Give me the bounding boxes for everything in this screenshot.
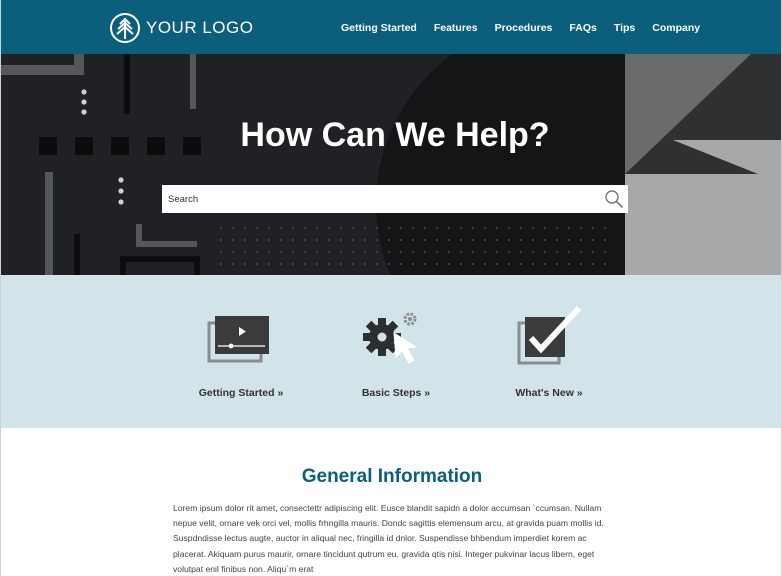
nav-getting-started[interactable]: Getting Started bbox=[341, 22, 417, 34]
hero-background-graphic bbox=[1, 54, 781, 275]
nav-features[interactable]: Features bbox=[434, 22, 478, 34]
hero-title: How Can We Help? bbox=[240, 116, 550, 154]
section-body-text: Lorem ipsum dolor rit amet, consectettr … bbox=[173, 503, 604, 574]
whats-new-label: What's New » bbox=[515, 387, 583, 399]
search-box bbox=[162, 185, 628, 213]
search-icon[interactable] bbox=[604, 189, 624, 209]
quick-links-section: Getting Started » Basic Steps » What's N… bbox=[1, 275, 781, 428]
basic-steps-link[interactable]: Basic Steps » bbox=[326, 275, 466, 428]
video-player-icon bbox=[207, 316, 269, 363]
getting-started-link[interactable]: Getting Started » bbox=[171, 275, 311, 428]
basic-steps-label: Basic Steps » bbox=[361, 387, 431, 399]
top-navigation-bar: YOUR LOGO Getting Started Features Proce… bbox=[1, 0, 781, 54]
logo-text: YOUR LOGO bbox=[146, 18, 254, 37]
search-input[interactable] bbox=[162, 185, 592, 213]
gear-cursor-icon bbox=[363, 312, 418, 364]
main-nav: Getting Started Features Procedures FAQs… bbox=[341, 22, 717, 34]
tree-logo-icon bbox=[110, 13, 140, 43]
nav-faqs[interactable]: FAQs bbox=[569, 22, 596, 34]
page: YOUR LOGO Getting Started Features Proce… bbox=[0, 0, 782, 576]
logo[interactable]: YOUR LOGO bbox=[109, 12, 253, 44]
getting-started-label: Getting Started » bbox=[198, 387, 284, 399]
nav-procedures[interactable]: Procedures bbox=[495, 22, 553, 34]
hero-banner: How Can We Help? bbox=[1, 54, 781, 275]
section-title: General Information bbox=[301, 466, 483, 487]
whats-new-link[interactable]: What's New » bbox=[479, 275, 619, 428]
nav-company[interactable]: Company bbox=[652, 22, 700, 34]
nav-tips[interactable]: Tips bbox=[614, 22, 635, 34]
checkbox-icon bbox=[517, 305, 582, 365]
